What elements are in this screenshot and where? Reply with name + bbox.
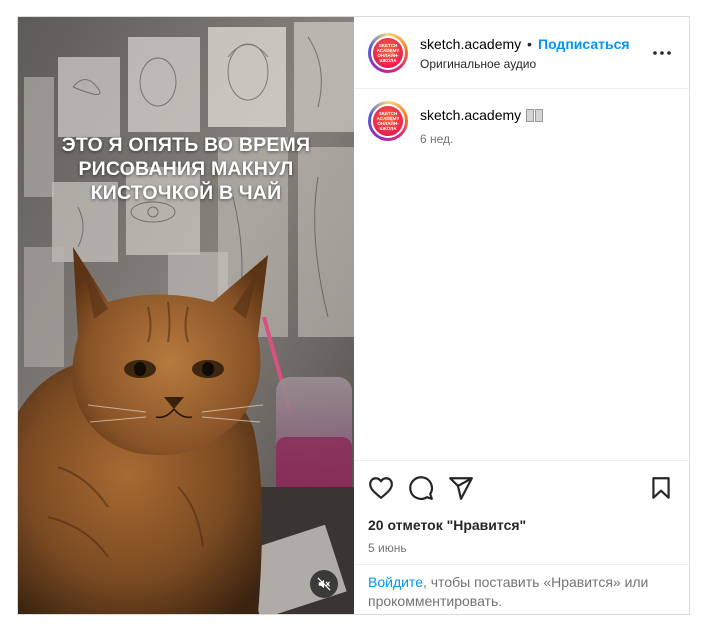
mute-button[interactable] xyxy=(310,570,338,598)
avatar-logo: SKETCH ACADEMY ОНЛАЙН-ШКОЛА xyxy=(371,104,405,138)
comments-area: SKETCH ACADEMY ОНЛАЙН-ШКОЛА sketch.acade… xyxy=(354,89,689,460)
more-options-icon[interactable] xyxy=(650,43,674,63)
login-prompt: Войдите, чтобы поставить «Нравится» или … xyxy=(354,564,689,614)
caption-line: КИСТОЧКОЙ В ЧАЙ xyxy=(90,182,282,204)
header-username-link[interactable]: sketch.academy xyxy=(420,36,521,52)
caption-line: ЭТО Я ОПЯТЬ ВО ВРЕМЯ xyxy=(61,134,311,156)
caption-timestamp[interactable]: 6 нед. xyxy=(420,132,453,146)
likes-count[interactable]: 20 отметок "Нравится" xyxy=(368,517,526,533)
share-icon[interactable] xyxy=(448,475,474,501)
separator-dot: • xyxy=(527,36,532,52)
post-date[interactable]: 5 июнь xyxy=(368,541,407,555)
caption-username-link[interactable]: sketch.academy xyxy=(420,107,521,123)
reel-video[interactable]: ЭТО Я ОПЯТЬ ВО ВРЕМЯ РИСОВАНИЯ МАКНУЛ КИ… xyxy=(18,17,354,614)
unrendered-emoji-icon xyxy=(535,109,544,122)
avatar[interactable]: SKETCH ACADEMY ОНЛАЙН-ШКОЛА xyxy=(368,33,408,73)
post-header: SKETCH ACADEMY ОНЛАЙН-ШКОЛА sketch.acade… xyxy=(354,17,689,89)
unrendered-emoji-icon xyxy=(526,109,535,122)
action-bar: 20 отметок "Нравится" 5 июнь xyxy=(354,460,689,564)
bookmark-icon[interactable] xyxy=(648,475,674,501)
caption-line: РИСОВАНИЯ МАКНУЛ xyxy=(78,158,294,180)
avatar-logo: SKETCH ACADEMY ОНЛАЙН-ШКОЛА xyxy=(371,36,405,70)
heart-icon[interactable] xyxy=(368,475,394,501)
avatar[interactable]: SKETCH ACADEMY ОНЛАЙН-ШКОЛА xyxy=(368,101,408,141)
caption-row: sketch.academy xyxy=(420,107,544,123)
post-side-panel: SKETCH ACADEMY ОНЛАЙН-ШКОЛА sketch.acade… xyxy=(354,17,689,614)
video-frame-image xyxy=(18,17,354,614)
video-caption-overlay: ЭТО Я ОПЯТЬ ВО ВРЕМЯ РИСОВАНИЯ МАКНУЛ КИ… xyxy=(18,133,354,205)
speaker-muted-icon xyxy=(317,577,331,591)
comment-icon[interactable] xyxy=(408,475,434,501)
original-audio-link[interactable]: Оригинальное аудио xyxy=(420,57,536,71)
follow-button[interactable]: Подписаться xyxy=(538,36,630,52)
post-card: ЭТО Я ОПЯТЬ ВО ВРЕМЯ РИСОВАНИЯ МАКНУЛ КИ… xyxy=(17,16,690,615)
login-link[interactable]: Войдите xyxy=(368,574,423,590)
